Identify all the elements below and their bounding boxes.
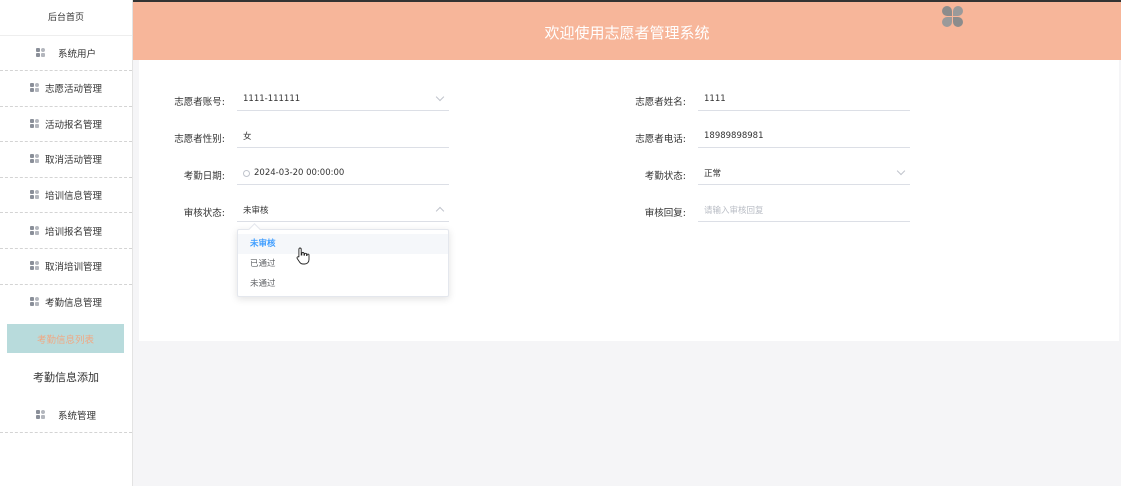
sidebar-home-link[interactable]: 后台首页 xyxy=(0,0,132,36)
sidebar-item-label: 取消培训管理 xyxy=(44,262,102,274)
status-value: 正常 xyxy=(704,169,722,179)
top-header: 欢迎使用志愿者管理系统 xyxy=(133,0,1121,60)
date-label: 考勤日期: xyxy=(183,171,225,182)
hand-cursor-icon xyxy=(296,247,310,269)
name-label: 志愿者姓名: xyxy=(635,97,686,108)
sidebar: 后台首页 系统用户 志愿活动管理 活动报名管理 取消活动管理 培训信息管理 培训… xyxy=(0,0,133,486)
dropdown-option[interactable]: 未审核 xyxy=(238,234,448,254)
menu-grid-icon xyxy=(29,154,40,164)
menu-grid-icon xyxy=(29,297,40,307)
sidebar-item-attendance[interactable]: 考勤信息管理 xyxy=(0,285,132,321)
attendance-status-select[interactable]: 正常 xyxy=(698,162,910,185)
sidebar-item-label: 取消活动管理 xyxy=(44,155,102,167)
account-select[interactable]: 1111-111111 xyxy=(237,88,449,111)
sidebar-item-label: 培训报名管理 xyxy=(44,226,102,238)
menu-grid-icon xyxy=(29,118,40,129)
chevron-down-icon xyxy=(896,166,906,176)
phone-label: 志愿者电话: xyxy=(635,134,686,145)
page-title: 欢迎使用志愿者管理系统 xyxy=(544,24,710,42)
sidebar-subitem-attendance-list[interactable]: 考勤信息列表 xyxy=(7,324,124,354)
reply-input[interactable]: 请输入审核回复 xyxy=(698,199,910,222)
clock-icon xyxy=(243,169,250,177)
sidebar-item-label: 系统管理 xyxy=(57,410,96,422)
menu-grid-icon xyxy=(29,261,40,271)
name-value: 1111 xyxy=(704,94,726,104)
gender-field[interactable]: 女 xyxy=(237,125,449,148)
menu-grid-icon xyxy=(35,409,46,420)
sidebar-subitem-attendance-add[interactable]: 考勤信息添加 xyxy=(0,357,132,397)
audit-value: 未审核 xyxy=(243,206,269,216)
menu-grid-icon xyxy=(35,48,46,58)
sidebar-item-label: 系统用户 xyxy=(57,49,96,60)
audit-status-select[interactable]: 未审核 xyxy=(237,199,449,222)
sidebar-item-cancel-training[interactable]: 取消培训管理 xyxy=(0,249,132,285)
gender-label: 志愿者性别: xyxy=(174,134,225,145)
sidebar-item-volunteer-activity[interactable]: 志愿活动管理 xyxy=(0,71,132,107)
menu-grid-icon xyxy=(29,83,40,93)
dropdown-option[interactable]: 已通过 xyxy=(238,254,448,274)
date-value: 2024-03-20 00:00:00 xyxy=(254,168,345,178)
sidebar-item-training-signup[interactable]: 培训报名管理 xyxy=(0,213,132,249)
sidebar-item-activity-signup[interactable]: 活动报名管理 xyxy=(0,107,132,143)
chevron-down-icon xyxy=(435,92,445,102)
sidebar-item-label: 志愿活动管理 xyxy=(44,84,102,96)
audit-label: 审核状态: xyxy=(183,208,225,219)
user-avatar-icon[interactable] xyxy=(942,6,964,28)
dropdown-option[interactable]: 未通过 xyxy=(238,274,448,294)
chevron-up-icon xyxy=(435,206,445,216)
gender-value: 女 xyxy=(243,132,252,142)
sidebar-item-label: 培训信息管理 xyxy=(44,191,102,203)
date-picker[interactable]: 2024-03-20 00:00:00 xyxy=(237,162,449,185)
sidebar-item-label: 活动报名管理 xyxy=(44,119,102,131)
phone-field[interactable]: 18989898981 xyxy=(698,125,910,148)
name-field[interactable]: 1111 xyxy=(698,88,910,111)
reply-label: 审核回复: xyxy=(644,208,686,219)
sidebar-item-cancel-activity[interactable]: 取消活动管理 xyxy=(0,142,132,178)
status-label: 考勤状态: xyxy=(644,171,686,182)
menu-grid-icon xyxy=(29,190,40,200)
sidebar-item-system-management[interactable]: 系统管理 xyxy=(0,397,132,434)
account-label: 志愿者账号: xyxy=(174,97,225,108)
audit-status-dropdown: 未审核 已通过 未通过 xyxy=(237,229,449,297)
sidebar-item-system-users[interactable]: 系统用户 xyxy=(0,36,132,71)
phone-value: 18989898981 xyxy=(704,131,764,141)
reply-placeholder: 请输入审核回复 xyxy=(704,206,764,216)
account-value: 1111-111111 xyxy=(243,94,301,104)
sidebar-item-training-info[interactable]: 培训信息管理 xyxy=(0,178,132,214)
sidebar-item-label: 考勤信息管理 xyxy=(44,298,102,310)
menu-grid-icon xyxy=(29,225,40,236)
